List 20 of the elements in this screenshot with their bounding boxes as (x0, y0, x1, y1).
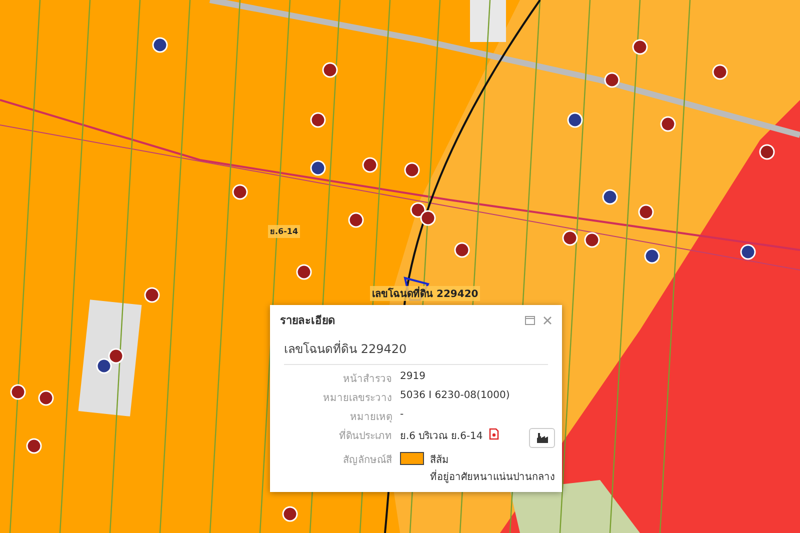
close-icon[interactable] (543, 316, 552, 324)
field-value: ย.6 บริเวณ ย.6-14 (400, 430, 483, 443)
field-value: 2919 (400, 371, 426, 384)
field-value: - (400, 409, 405, 422)
popup-title: รายละเอียด (280, 313, 336, 329)
field-label: หมายเลขระวาง (322, 392, 392, 405)
legend-text: สีส้ม (430, 454, 450, 467)
factory-icon (536, 432, 548, 444)
field-label: สัญลักษณ์สี (342, 453, 392, 468)
field-label: หมายเหตุ (349, 411, 392, 424)
parcel-label: เลขโฉนดที่ดิน 229420 (370, 286, 480, 301)
legend-text: ที่อยู่อาศัยหนาแน่นปานกลาง (430, 469, 555, 484)
field-label: หน้าสำรวจ (342, 372, 392, 386)
field-label: ที่ดินประเภท (280, 428, 392, 448)
factory-button[interactable] (529, 428, 555, 448)
field-value: 5036 I 6230-08(1000) (400, 390, 511, 403)
maximize-icon[interactable] (525, 316, 535, 324)
parcel-heading: เลขโฉนดที่ดิน 229420 (284, 339, 548, 365)
zone-label: ย.6-14 (268, 225, 300, 238)
pdf-icon[interactable] (488, 428, 499, 440)
